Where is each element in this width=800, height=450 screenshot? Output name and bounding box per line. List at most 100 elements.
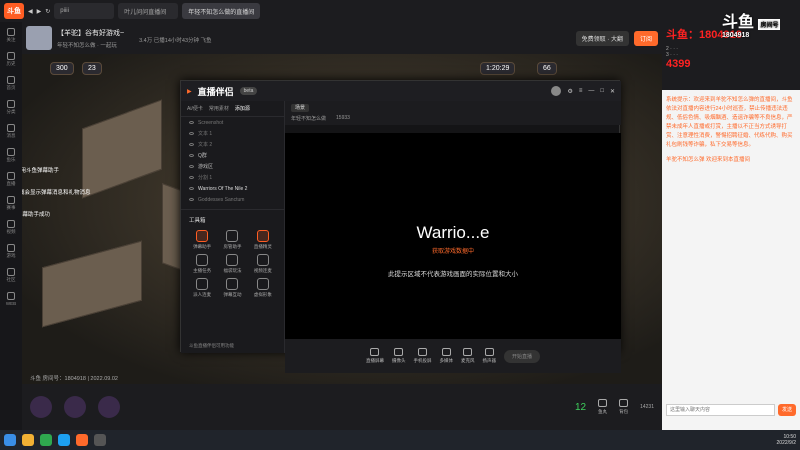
phone-cast-button[interactable]: 手机投屏: [413, 348, 431, 364]
nav-fun[interactable]: 鱼乐: [7, 148, 16, 163]
menu-icon[interactable]: ≡: [579, 88, 583, 94]
eye-icon[interactable]: [189, 154, 194, 157]
tool-live-sprite[interactable]: 直播精灵: [250, 230, 276, 250]
tab-search[interactable]: piiii: [54, 3, 115, 19]
nav-history[interactable]: 历史: [7, 52, 16, 67]
nav-message[interactable]: 消息: [7, 124, 16, 139]
nav-web[interactable]: WEB: [6, 292, 16, 306]
back-icon[interactable]: ◀: [28, 8, 33, 15]
minimize-icon[interactable]: —: [588, 88, 594, 94]
scene-item[interactable]: Warriors Of The Nile 2: [181, 183, 284, 194]
home-icon: [7, 76, 15, 84]
scene-item[interactable]: Screenshot: [181, 117, 284, 128]
scene-item[interactable]: 游戏区: [181, 161, 284, 172]
tab-add-source[interactable]: 添加源: [235, 105, 250, 112]
nav-home[interactable]: 首页: [7, 76, 16, 91]
tool-lucky-bag[interactable]: 福袋玩法: [219, 254, 245, 274]
companion-titlebar: ▶ 直播伴侣 beta ⚙ ≡ — □ ✕: [181, 81, 621, 101]
media-icon: [441, 348, 451, 356]
preview-title: Warrio...e: [416, 223, 490, 242]
camera-button[interactable]: 摄像头: [392, 348, 405, 364]
backpack-button[interactable]: 背包: [619, 399, 629, 415]
eye-icon[interactable]: [189, 132, 194, 135]
nav-follow[interactable]: 关注: [7, 28, 16, 43]
nav-esports[interactable]: 赛事: [7, 196, 16, 211]
nav-video[interactable]: 视频: [7, 220, 16, 235]
mic-icon: [463, 348, 473, 356]
start-live-button[interactable]: 开始直播: [503, 349, 540, 363]
folder-icon[interactable]: [22, 434, 34, 446]
scene-item[interactable]: 文本 1: [181, 128, 284, 139]
fishball-button[interactable]: 鱼丸: [598, 399, 608, 415]
hud-count: 23: [82, 62, 102, 75]
chat-input-row: 发送: [666, 404, 796, 416]
eye-icon[interactable]: [189, 143, 194, 146]
tool-danmu-helper[interactable]: 弹幕助手: [189, 230, 215, 250]
tab-stream-1[interactable]: 叶儿问问直播间: [118, 3, 179, 19]
room-number: 1804918: [722, 32, 750, 39]
chat-input[interactable]: [666, 404, 775, 416]
douyu-icon[interactable]: [76, 434, 88, 446]
eye-icon[interactable]: [189, 198, 194, 201]
refresh-icon[interactable]: ↻: [45, 8, 50, 15]
nav-category[interactable]: 分类: [7, 100, 16, 115]
game-tile: [42, 240, 142, 328]
mic-button[interactable]: 麦克风: [461, 348, 474, 364]
preview-canvas[interactable]: Warrio...e 获取游戏数据中 此提示区域不代表游戏画面的实际位置和大小: [285, 133, 621, 343]
qq-icon[interactable]: [58, 434, 70, 446]
chat-list: 系统提示：欢迎来到羊驼不知怎么弹的直播间，斗鱼依法对直播内容进行24小时巡查，禁…: [662, 90, 800, 165]
subscribe-button[interactable]: 订阅: [633, 30, 658, 46]
avatar-icon[interactable]: [551, 86, 562, 96]
hud-gold: 300: [50, 62, 74, 75]
multi-user-icon: [196, 278, 209, 290]
free-gift-button[interactable]: 免费领取 · 大翻: [575, 30, 629, 46]
scene-item[interactable]: Q群: [181, 150, 284, 161]
source-tabs: Ai/便卡 常用素材 添加源: [181, 101, 284, 117]
gift-item[interactable]: [98, 396, 120, 418]
gift-item[interactable]: [64, 396, 86, 418]
tool-anchor-task[interactable]: 主播任务: [189, 254, 215, 274]
eye-icon[interactable]: [189, 165, 194, 168]
eye-icon[interactable]: [189, 187, 194, 190]
douyu-logo[interactable]: 斗鱼: [4, 3, 24, 19]
gift-item[interactable]: [30, 396, 52, 418]
backpack-icon: [619, 399, 629, 407]
windows-start-icon[interactable]: [4, 434, 16, 446]
tool-virtual-avatar[interactable]: 虚拟形象: [250, 278, 276, 298]
screen-capture-button[interactable]: 直播屏幕: [366, 348, 384, 364]
eye-icon[interactable]: [189, 121, 194, 124]
tab-stream-2[interactable]: 年轻不知怎么做的直播间: [182, 3, 261, 19]
scene-item[interactable]: 分割 1: [181, 172, 284, 183]
nav-games[interactable]: 游戏: [7, 244, 16, 259]
message-icon: [7, 124, 15, 132]
live-logo-icon: ▶: [187, 88, 192, 95]
companion-main: 场景 年轻不知怎么做 15933 Warrio...e 获取游戏数据中 此提示区…: [285, 101, 621, 373]
speaker-icon: [484, 348, 494, 356]
scene-item[interactable]: 文本 2: [181, 139, 284, 150]
scene-item[interactable]: Goddesses Sanctum: [181, 194, 284, 205]
tool-room-manager[interactable]: 房管助手: [219, 230, 245, 250]
close-icon[interactable]: ✕: [610, 88, 615, 95]
tab-materials[interactable]: 常用素材: [209, 105, 229, 112]
preview-status: 获取游戏数据中: [431, 249, 474, 255]
tab-scene[interactable]: 场景: [291, 104, 310, 112]
maximize-icon[interactable]: □: [600, 88, 604, 94]
bag-icon: [226, 254, 239, 266]
tool-multi-link[interactable]: 派人连麦: [189, 278, 215, 298]
nav-live[interactable]: 直播: [7, 172, 16, 187]
streamer-avatar[interactable]: [26, 26, 52, 50]
send-button[interactable]: 发送: [777, 404, 796, 416]
tab-ai-card[interactable]: Ai/便卡: [187, 105, 203, 112]
eye-icon[interactable]: [189, 176, 194, 179]
steam-icon[interactable]: [94, 434, 106, 446]
nav-community[interactable]: 社区: [7, 268, 16, 283]
speaker-button[interactable]: 扬声器: [482, 348, 496, 364]
tool-video-link[interactable]: 视频连麦: [250, 254, 276, 274]
toolbox-title: 工具箱: [181, 209, 284, 226]
settings-icon[interactable]: ⚙: [567, 88, 572, 95]
forward-icon[interactable]: ▶: [37, 8, 42, 15]
wechat-icon[interactable]: [40, 434, 52, 446]
level-badge: 12: [574, 401, 587, 413]
tool-danmu-interact[interactable]: 弹幕互动: [219, 278, 245, 298]
media-button[interactable]: 多媒体: [439, 348, 453, 364]
